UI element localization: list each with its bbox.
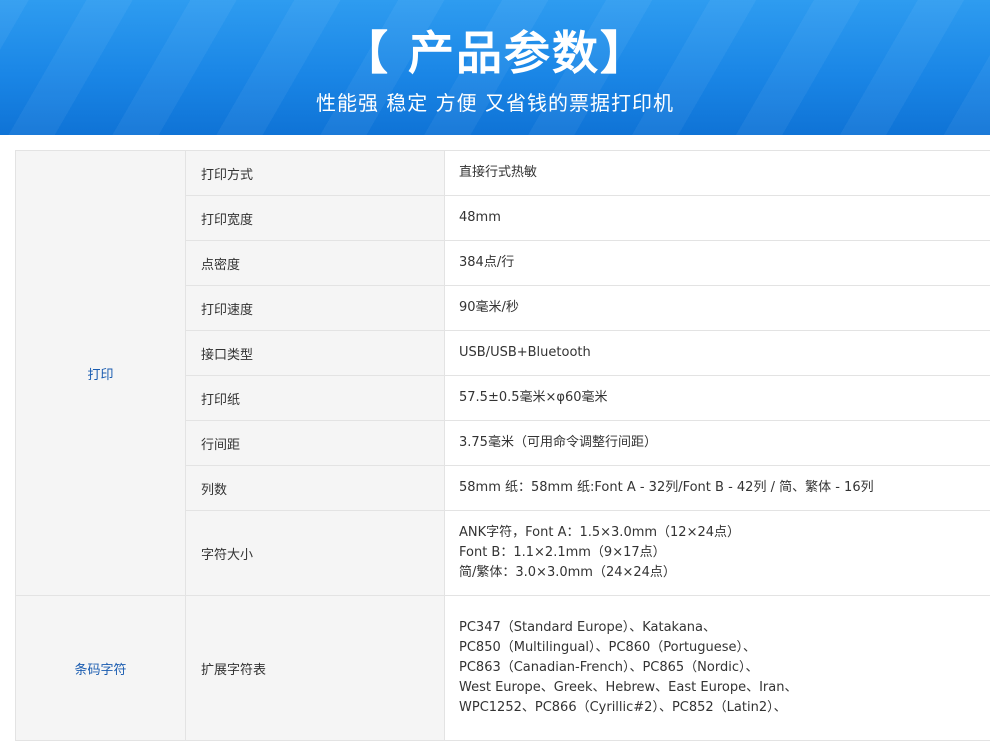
table-row: 条码字符 扩展字符表 PC347（Standard Europe）、Kataka…: [16, 596, 990, 741]
spec-label: 点密度: [186, 241, 445, 286]
spec-value: 57.5±0.5毫米×φ60毫米: [445, 376, 990, 421]
spec-value: 384点/行: [445, 241, 990, 286]
banner: 【 产品参数】 性能强 稳定 方便 又省钱的票据打印机: [0, 0, 990, 135]
spec-value: 58mm 纸：58mm 纸:Font A - 32列/Font B - 42列 …: [445, 466, 990, 511]
spec-label: 接口类型: [186, 331, 445, 376]
group-label-barcode: 条码字符: [16, 596, 186, 741]
spec-label: 打印方式: [186, 151, 445, 196]
spec-label: 打印宽度: [186, 196, 445, 241]
group-label-print: 打印: [16, 151, 186, 596]
spec-value: USB/USB+Bluetooth: [445, 331, 990, 376]
table-row: 打印 打印方式 直接行式热敏: [16, 151, 990, 196]
spec-value: 48mm: [445, 196, 990, 241]
spec-table: 打印 打印方式 直接行式热敏 打印宽度 48mm 点密度 384点/行 打印速度…: [15, 150, 990, 741]
spec-label: 打印纸: [186, 376, 445, 421]
spec-label: 扩展字符表: [186, 596, 445, 741]
spec-label: 打印速度: [186, 286, 445, 331]
spec-value: 直接行式热敏: [445, 151, 990, 196]
spec-label: 字符大小: [186, 511, 445, 596]
banner-title: 【 产品参数】: [0, 22, 990, 84]
banner-subtitle: 性能强 稳定 方便 又省钱的票据打印机: [0, 88, 990, 118]
spec-label: 行间距: [186, 421, 445, 466]
spec-value: 90毫米/秒: [445, 286, 990, 331]
spec-label: 列数: [186, 466, 445, 511]
spec-value: 3.75毫米（可用命令调整行间距）: [445, 421, 990, 466]
spec-value: ANK字符，Font A：1.5×3.0mm（12×24点） Font B：1.…: [445, 511, 990, 596]
spec-value: PC347（Standard Europe）、Katakana、 PC850（M…: [445, 596, 990, 741]
